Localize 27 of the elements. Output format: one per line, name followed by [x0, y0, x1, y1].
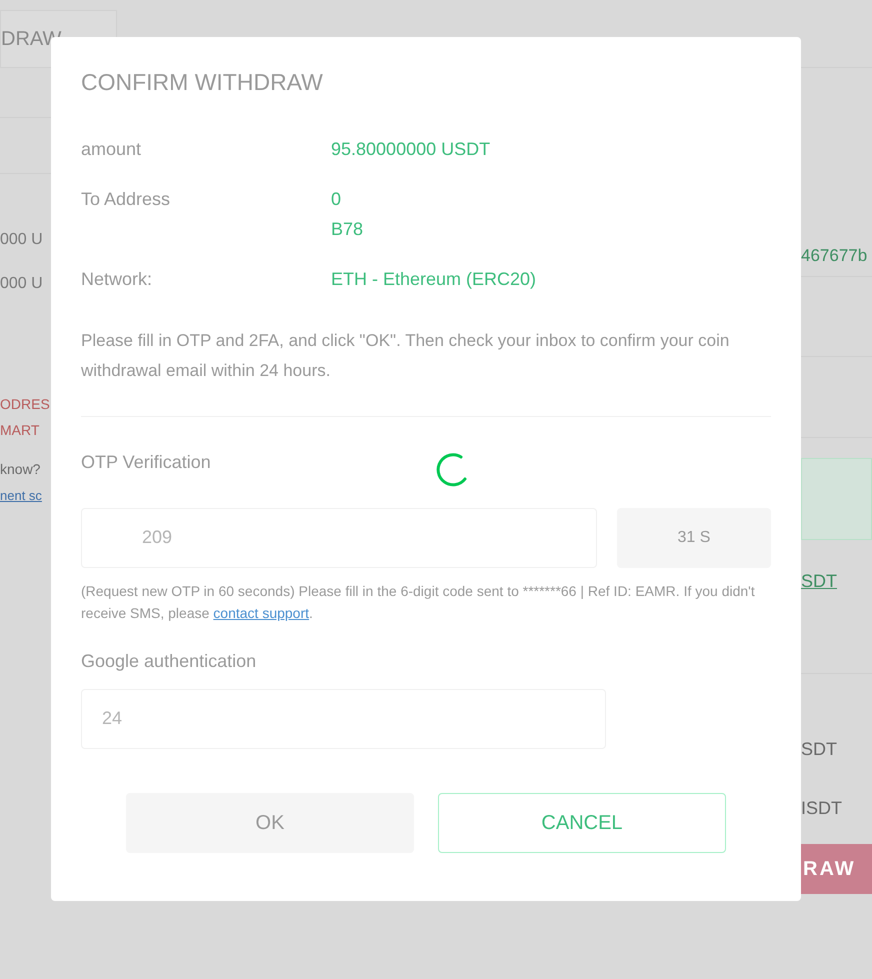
amount-text: 000 U — [0, 274, 43, 294]
withdraw-button[interactable]: RAW — [801, 844, 872, 894]
amount-text: 000 U — [0, 230, 43, 250]
warning-text: ODRES — [0, 395, 50, 414]
google-auth-field[interactable]: 24 — [81, 688, 606, 748]
cancel-button[interactable]: CANCEL — [438, 792, 726, 852]
google-auth-label: Google authentication — [81, 650, 258, 673]
warning-text: MART — [0, 421, 40, 440]
address-text: 467677b — [801, 244, 868, 266]
detail-label: Network: — [81, 268, 154, 290]
detail-value: 0 — [331, 188, 342, 210]
otp-hint: (Request new OTP in 60 seconds) Please fill in the 6-digit code sent to *******66 | Ref ID: EAMR. If you didn't receive SMS, please contact support. — [81, 582, 756, 623]
otp-field[interactable]: 209 — [81, 508, 597, 568]
amount-link[interactable]: SDT — [801, 568, 837, 595]
instructions-text: Please fill in OTP and 2FA, and click "OK". Then check your inbox to confirm your coin withdrawal email within 24 hours. — [81, 326, 771, 416]
detail-value: ETH - Ethereum (ERC20) — [331, 268, 536, 291]
detail-label: amount — [81, 138, 142, 160]
question-text: know? — [0, 460, 40, 479]
detail-label: To Address — [81, 188, 172, 210]
amount-text: ISDT — [801, 797, 842, 820]
contact-support-link[interactable]: contact support — [213, 604, 310, 620]
help-link[interactable]: nent sc — [0, 486, 42, 506]
detail-value: B78 — [331, 218, 364, 240]
dialog-title: CONFIRM WITHDRAW — [81, 68, 324, 97]
amount-text: SDT — [801, 738, 838, 761]
otp-label: OTP Verification — [81, 452, 211, 472]
detail-value: 95.80000000 USDT — [331, 138, 490, 160]
